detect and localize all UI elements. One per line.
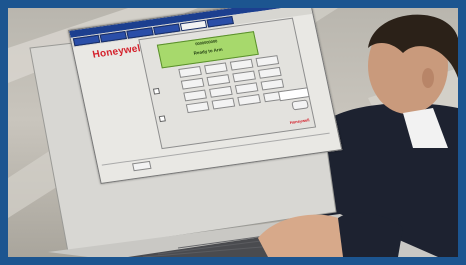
tab-1[interactable] <box>72 34 101 47</box>
checkbox-1[interactable] <box>152 87 161 95</box>
keypad-key[interactable] <box>178 65 202 78</box>
keypad-key[interactable] <box>180 77 205 90</box>
keypad-key[interactable] <box>211 97 236 110</box>
keypad-key[interactable] <box>234 82 259 95</box>
keypad-key[interactable] <box>229 58 254 71</box>
keypad-key[interactable] <box>204 62 228 75</box>
keypad-key[interactable] <box>206 74 231 87</box>
honeywell-logo: Honeywell <box>91 42 145 61</box>
laptop-photo: Honeywell 0000000000 Ready to Arm Honeyw… <box>8 8 458 257</box>
honeywell-small-logo: Honeywell <box>289 117 310 125</box>
keypad-key[interactable] <box>258 66 282 79</box>
keypad-key[interactable] <box>237 94 261 106</box>
keypad-key[interactable] <box>255 55 280 68</box>
side-button[interactable] <box>291 99 309 111</box>
keypad-key[interactable] <box>185 101 210 114</box>
keypad-key[interactable] <box>260 78 285 91</box>
checkbox-2[interactable] <box>158 115 166 123</box>
keypad-key[interactable] <box>209 85 233 98</box>
footer-button[interactable] <box>132 160 152 172</box>
keypad-key[interactable] <box>183 89 207 102</box>
keypad-panel: 0000000000 Ready to Arm Honeywell <box>138 17 317 150</box>
tab-2[interactable] <box>99 31 127 43</box>
keypad-key[interactable] <box>232 70 256 83</box>
